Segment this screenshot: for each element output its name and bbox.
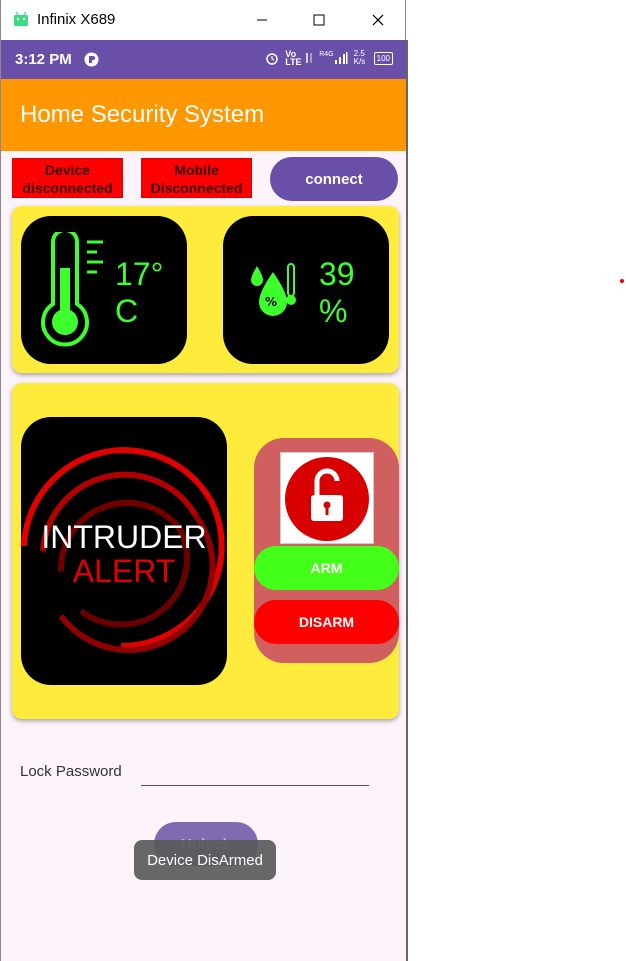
humidity-icon: % bbox=[251, 263, 296, 316]
password-label: Lock Password bbox=[20, 763, 122, 780]
password-input[interactable] bbox=[141, 755, 369, 786]
lock-status-image bbox=[280, 452, 374, 544]
phone-screen: 3:12 PM Vo LTE R4G 2.5 K/s 100 Home Secu… bbox=[0, 40, 408, 961]
humidity-tile: % 39 % bbox=[223, 216, 389, 364]
temperature-tile: 17° C bbox=[21, 216, 187, 364]
signal-icon bbox=[334, 52, 348, 64]
unlocked-padlock-icon bbox=[285, 457, 369, 541]
close-icon bbox=[372, 14, 384, 26]
minimize-button[interactable] bbox=[247, 8, 277, 32]
page-title: Home Security System bbox=[20, 101, 265, 128]
battery-level: 100 bbox=[376, 53, 390, 63]
lock-control-panel: ARM DISARM bbox=[254, 438, 399, 663]
app-bar: Home Security System bbox=[1, 79, 406, 151]
device-status-badge: Device disconnected bbox=[12, 158, 123, 198]
app-notification-icon bbox=[84, 52, 99, 67]
humidity-value: 39 bbox=[319, 256, 355, 292]
connect-button[interactable]: connect bbox=[270, 157, 398, 201]
status-bar: 3:12 PM Vo LTE R4G 2.5 K/s 100 bbox=[1, 40, 406, 79]
humidity-reading: 39 % bbox=[319, 256, 355, 330]
close-button[interactable] bbox=[363, 8, 393, 32]
window-title: Infinix X689 bbox=[37, 11, 116, 28]
toast-message: Device DisArmed bbox=[134, 840, 276, 880]
network-type: R4G bbox=[319, 50, 334, 58]
alert-line-2: ALERT bbox=[72, 553, 176, 589]
arm-button[interactable]: ARM bbox=[254, 546, 399, 590]
maximize-icon bbox=[313, 14, 325, 26]
svg-text:%: % bbox=[265, 295, 277, 309]
emulator-title-bar: Infinix X689 bbox=[0, 0, 406, 40]
temperature-reading: 17° C bbox=[115, 256, 163, 330]
data-arrows-icon bbox=[306, 53, 312, 63]
intruder-alert-tile: INTRUDER ALERT bbox=[21, 417, 227, 685]
temperature-unit: C bbox=[115, 293, 139, 329]
volte-indicator: Vo LTE bbox=[285, 49, 302, 67]
humidity-unit: % bbox=[319, 293, 348, 329]
mobile-status-badge: Mobile Disconnected bbox=[141, 158, 252, 198]
maximize-button[interactable] bbox=[304, 8, 334, 32]
battery-indicator: 100 bbox=[373, 51, 393, 65]
minimize-icon bbox=[257, 19, 267, 21]
network-speed: 2.5 K/s bbox=[353, 49, 366, 66]
alert-line-1: INTRUDER bbox=[41, 519, 207, 555]
thermometer-icon bbox=[41, 232, 103, 347]
android-icon bbox=[14, 11, 28, 26]
temperature-value: 17° bbox=[115, 256, 164, 292]
disarm-button[interactable]: DISARM bbox=[254, 600, 399, 644]
status-time: 3:12 PM bbox=[15, 51, 72, 68]
cursor-dot bbox=[620, 279, 624, 283]
alarm-icon bbox=[266, 53, 278, 65]
sensor-card: 17° C % 39 % bbox=[12, 206, 399, 373]
